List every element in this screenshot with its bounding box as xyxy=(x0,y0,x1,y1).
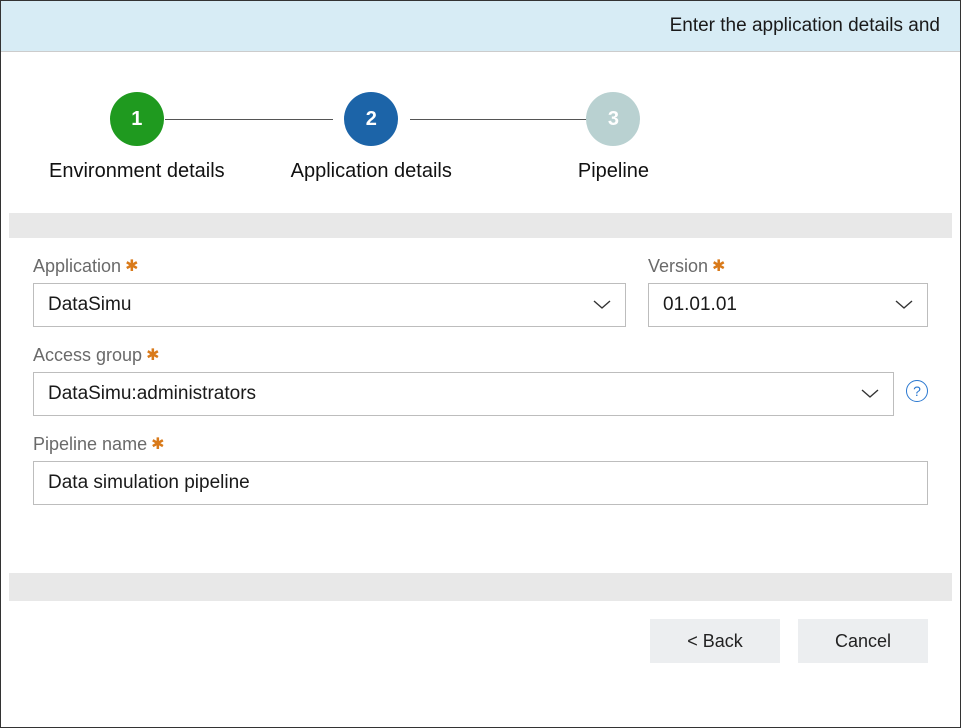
version-value: 01.01.01 xyxy=(663,294,895,316)
section-divider xyxy=(9,213,952,238)
application-value: DataSimu xyxy=(48,294,593,316)
cancel-button[interactable]: Cancel xyxy=(798,619,928,663)
access-group-value: DataSimu:administrators xyxy=(48,383,861,405)
section-divider xyxy=(9,573,952,601)
step-number-badge: 1 xyxy=(110,92,164,146)
banner-text: Enter the application details and xyxy=(670,15,940,36)
back-button[interactable]: < Back xyxy=(650,619,780,663)
form-bottom-pad xyxy=(9,533,952,573)
footer-actions: < Back Cancel xyxy=(9,601,952,681)
step-pipeline[interactable]: 3 Pipeline xyxy=(578,92,649,183)
required-icon: ✱ xyxy=(146,348,159,364)
chevron-down-icon xyxy=(861,389,879,399)
pipeline-name-field-group: Pipeline name ✱ Data simulation pipeline xyxy=(33,434,928,505)
instruction-banner: Enter the application details and xyxy=(1,1,960,52)
pipeline-name-value: Data simulation pipeline xyxy=(48,472,250,494)
pipeline-name-label: Pipeline name ✱ xyxy=(33,434,928,455)
access-group-label: Access group ✱ xyxy=(33,345,894,366)
version-field-group: Version ✱ 01.01.01 xyxy=(648,256,928,327)
chevron-down-icon xyxy=(895,300,913,310)
required-icon: ✱ xyxy=(125,259,138,275)
step-number-badge: 3 xyxy=(586,92,640,146)
wizard-stepper: 1 Environment details 2 Application deta… xyxy=(49,92,912,183)
step-application-details[interactable]: 2 Application details xyxy=(291,92,452,183)
required-icon: ✱ xyxy=(712,259,725,275)
version-label: Version ✱ xyxy=(648,256,928,277)
application-label: Application ✱ xyxy=(33,256,626,277)
chevron-down-icon xyxy=(593,300,611,310)
application-field-group: Application ✱ DataSimu xyxy=(33,256,626,327)
required-icon: ✱ xyxy=(151,437,164,453)
step-label: Environment details xyxy=(49,160,225,183)
version-select[interactable]: 01.01.01 xyxy=(648,283,928,327)
form-section: Application ✱ DataSimu Version ✱ 01.01.0… xyxy=(9,238,952,533)
access-group-select[interactable]: DataSimu:administrators xyxy=(33,372,894,416)
pipeline-name-input[interactable]: Data simulation pipeline xyxy=(33,461,928,505)
application-select[interactable]: DataSimu xyxy=(33,283,626,327)
step-environment-details[interactable]: 1 Environment details xyxy=(49,92,225,183)
access-group-field-group: Access group ✱ DataSimu:administrators xyxy=(33,345,894,416)
stepper-section: 1 Environment details 2 Application deta… xyxy=(9,62,952,213)
step-number-badge: 2 xyxy=(344,92,398,146)
step-label: Application details xyxy=(291,160,452,183)
help-icon[interactable]: ? xyxy=(906,380,928,402)
step-label: Pipeline xyxy=(578,160,649,183)
